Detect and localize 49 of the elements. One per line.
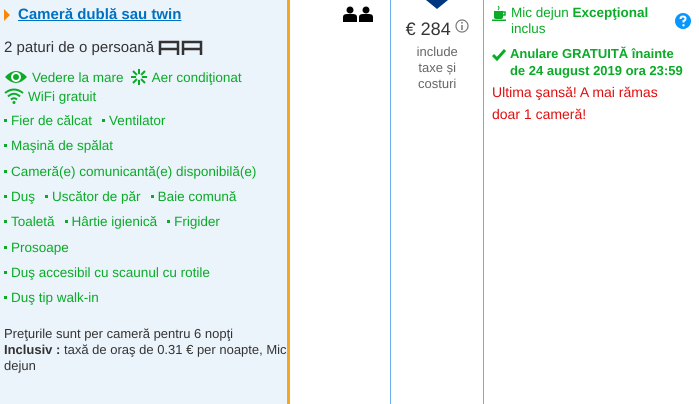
facility-label: Baie comună — [158, 189, 236, 204]
facility-label: Ventilator — [109, 113, 166, 128]
facility-label: Toaletă — [11, 214, 55, 230]
facility-label: Uscător de păr — [52, 189, 141, 204]
cup-icon — [492, 5, 507, 21]
facility-label: Maşină de spălat — [11, 138, 114, 154]
bullet-icon — [4, 270, 7, 274]
facility-label: Prosoape — [11, 240, 69, 255]
caret-icon — [4, 8, 10, 20]
price-note: Preţurile sunt per cameră pentru 6 nopţi — [4, 326, 234, 342]
bullet-icon — [4, 144, 7, 148]
checkmark-icon — [492, 49, 506, 61]
snowflake-icon — [130, 68, 148, 86]
amenity-label: Aer condiţionat — [152, 70, 242, 84]
price-amount: € 284 — [406, 19, 451, 40]
two-persons-icon — [342, 6, 374, 22]
bullet-icon — [4, 220, 7, 224]
help-icon[interactable] — [674, 13, 691, 29]
bullet-icon — [167, 220, 170, 224]
amenity-label: WiFi gratuit — [28, 88, 96, 104]
bed-type: 2 paturi de o persoană — [4, 39, 154, 56]
bullet-icon — [4, 170, 7, 173]
facility-label: Fier de călcat — [11, 113, 92, 128]
bullet-icon — [4, 195, 7, 198]
facility-label: Duş accesibil cu scaunul cu rotile — [11, 264, 210, 280]
facility-label: Hârtie igienică — [72, 214, 158, 230]
facility-label: Duş tip walk-in — [11, 290, 99, 306]
amenity-label: Vedere la mare — [32, 70, 124, 84]
price-note: include taxe și costuri — [416, 44, 459, 92]
bullet-icon — [64, 220, 68, 224]
facility-label: Frigider — [174, 214, 220, 230]
info-icon[interactable] — [454, 19, 469, 33]
bullet-icon — [4, 246, 7, 249]
selection-marker-icon — [426, 0, 448, 9]
bullet-icon — [4, 119, 7, 122]
bullet-icon — [45, 195, 48, 198]
bullet-icon — [150, 195, 154, 198]
bullet-icon — [102, 119, 106, 122]
facility-label: Cameră(e) comunicantă(e) disponibilă(e) — [11, 164, 256, 179]
wifi-icon — [4, 88, 24, 104]
room-name-link[interactable]: Cameră dublă sau twin — [18, 6, 182, 23]
included-note: Inclusiv : taxă de oraş de 0.31 € per noapte, Mic dejun — [4, 342, 287, 374]
availability-warning: Ultima şansă! A mai rămas doar 1 cameră! — [492, 83, 659, 124]
eye-icon — [4, 69, 28, 85]
bullet-icon — [4, 296, 7, 300]
beds-icon — [158, 40, 204, 56]
cancellation-info: Anulare GRATUITĂ înainte de 24 august 2019 ora 23:59 — [510, 45, 684, 79]
breakfast-info: Mic dejun Excepţional inclus — [510, 5, 650, 37]
facility-label: Duş — [11, 189, 36, 204]
